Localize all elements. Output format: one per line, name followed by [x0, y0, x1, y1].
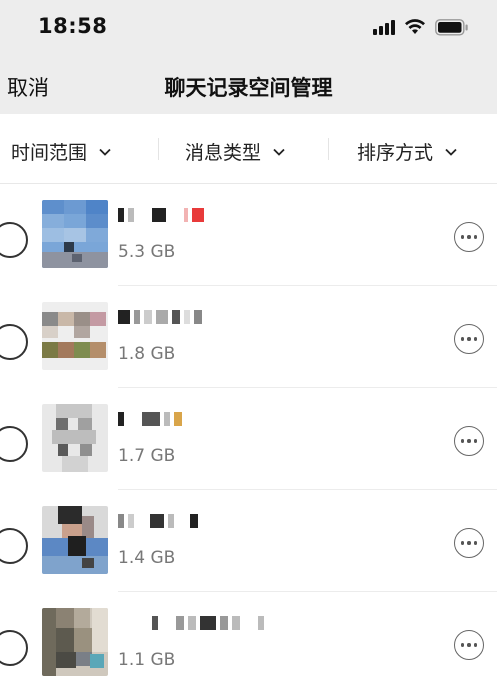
avatar: [42, 506, 108, 574]
chevron-down-icon: [273, 148, 285, 156]
battery-icon: [435, 18, 469, 36]
more-options-icon[interactable]: [454, 324, 484, 354]
list-item[interactable]: 5.3 GB: [0, 184, 497, 286]
filter-sort-order[interactable]: 排序方式: [357, 138, 459, 165]
chat-name-redacted: [118, 410, 182, 428]
avatar: [42, 200, 108, 268]
avatar: [42, 608, 108, 676]
filter-message-type[interactable]: 消息类型: [185, 138, 287, 165]
more-options-icon[interactable]: [454, 630, 484, 660]
status-icons: [373, 17, 469, 37]
filter-divider: [158, 138, 159, 160]
list-item[interactable]: 1.4 GB: [0, 490, 497, 592]
list-item[interactable]: 1.8 GB: [0, 286, 497, 388]
avatar: [42, 404, 108, 472]
page-title: 聊天记录空间管理: [164, 76, 333, 100]
status-bar: 18:58: [0, 0, 497, 52]
select-radio[interactable]: [0, 324, 28, 360]
filter-label: 时间范围: [11, 142, 88, 164]
more-options-icon[interactable]: [454, 222, 484, 252]
select-radio[interactable]: [0, 426, 28, 462]
list-item[interactable]: 1.1 GB: [0, 592, 497, 694]
chevron-down-icon: [99, 148, 111, 156]
wifi-icon: [404, 19, 426, 35]
chat-name-redacted: [118, 206, 204, 224]
filter-label: 消息类型: [185, 142, 262, 164]
status-time: 18:58: [38, 14, 108, 38]
filter-divider: [328, 138, 329, 160]
chat-name-redacted: [118, 614, 264, 632]
top-area: 18:58 取消 聊天记录空间管理: [0, 0, 497, 114]
list-item[interactable]: 1.7 GB: [0, 388, 497, 490]
select-radio[interactable]: [0, 222, 28, 258]
select-radio[interactable]: [0, 630, 28, 666]
filter-label: 排序方式: [357, 142, 434, 164]
storage-size: 1.1 GB: [118, 650, 176, 670]
storage-size: 5.3 GB: [118, 242, 176, 262]
more-options-icon[interactable]: [454, 426, 484, 456]
select-radio[interactable]: [0, 528, 28, 564]
filter-bar: 时间范围 消息类型 排序方式: [0, 114, 497, 184]
chat-name-redacted: [118, 512, 198, 530]
storage-size: 1.8 GB: [118, 344, 176, 364]
avatar: [42, 302, 108, 370]
cellular-signal-icon: [373, 19, 395, 35]
more-options-icon[interactable]: [454, 528, 484, 558]
filter-time-range[interactable]: 时间范围: [11, 138, 113, 165]
chat-name-redacted: [118, 308, 202, 326]
storage-size: 1.4 GB: [118, 548, 176, 568]
storage-size: 1.7 GB: [118, 446, 176, 466]
nav-bar: 取消 聊天记录空间管理: [0, 60, 497, 110]
chevron-down-icon: [445, 148, 457, 156]
